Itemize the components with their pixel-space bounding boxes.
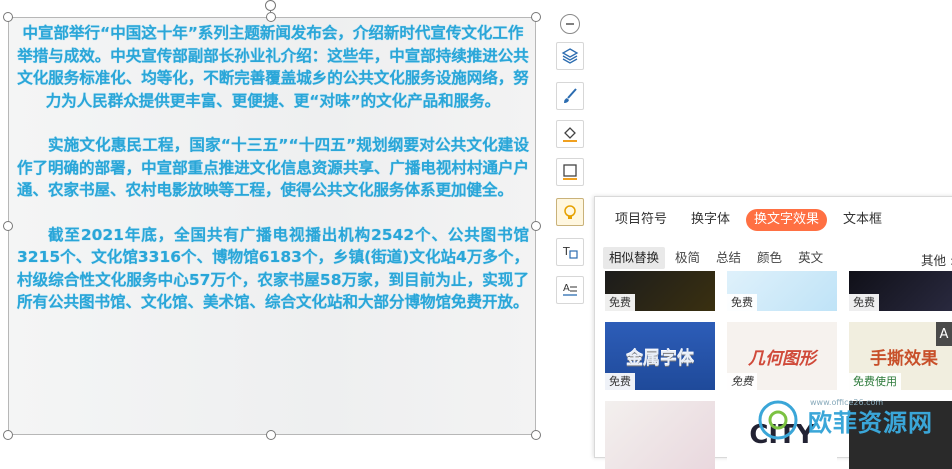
effect-card[interactable]: 几何图形 免费	[727, 322, 837, 390]
brush-icon	[564, 88, 577, 103]
watermark-text: 欧菲资源网	[808, 408, 933, 437]
effect-card[interactable]: 金属字体 免费	[605, 322, 715, 390]
panel-subtabs: 相似替换 极简 总结 颜色 英文	[603, 247, 829, 269]
tab-bullets[interactable]: 项目符号	[607, 209, 675, 231]
effect-card[interactable]: 免费	[727, 271, 837, 311]
subtab-english[interactable]: 英文	[792, 247, 829, 269]
collapse-button[interactable]	[560, 14, 580, 34]
paragraph-2: 实施文化惠民工程，国家“十三五”“十四五”规划纲要对公共文化建设作了明确的部署，…	[17, 136, 529, 199]
watermark-logo-icon	[758, 400, 798, 440]
text-effect-button[interactable]	[556, 198, 584, 226]
svg-text:A: A	[563, 283, 570, 294]
effect-card[interactable]: 免费	[849, 271, 952, 311]
resize-handle-bottom-left[interactable]	[3, 430, 13, 440]
free-use-badge: 免费使用	[849, 373, 901, 390]
subtab-color[interactable]: 颜色	[751, 247, 788, 269]
text-wrap-button[interactable]: T	[556, 238, 584, 266]
text-direction-button[interactable]: A	[556, 276, 584, 304]
outline-icon	[563, 164, 577, 180]
tab-text-effect[interactable]: 换文字效果	[746, 209, 828, 231]
text-wrap-icon: T	[562, 245, 578, 259]
watermark-url: www.office26.com	[810, 398, 884, 407]
panel-tabs: 项目符号 换字体 换文字效果 文本框	[607, 209, 890, 231]
effect-card[interactable]: 免费	[605, 271, 715, 311]
free-badge: 免费	[849, 294, 879, 311]
text-effect-icon	[564, 205, 576, 219]
effect-card[interactable]	[605, 401, 715, 469]
text-box[interactable]: 中宣部举行“中国这十年”系列主题新闻发布会，介绍新时代宣传文化工作举措与成效。中…	[8, 17, 536, 435]
free-badge: 免费	[727, 373, 757, 390]
subtab-summary[interactable]: 总结	[710, 247, 747, 269]
effect-title: 金属字体	[626, 348, 694, 369]
fill-button[interactable]	[556, 120, 584, 148]
paragraph-1: 中宣部举行“中国这十年”系列主题新闻发布会，介绍新时代宣传文化工作举措与成效。中…	[17, 24, 529, 110]
layers-button[interactable]	[556, 42, 584, 70]
more-options[interactable]: 其他 :	[921, 250, 952, 269]
tab-change-font[interactable]: 换字体	[683, 209, 738, 231]
fill-bucket-icon	[563, 127, 577, 142]
paragraph-3: 截至2021年底，全国共有广播电视播出机构2542个、公共图书馆3215个、文化…	[17, 225, 529, 312]
outline-button[interactable]	[556, 158, 584, 186]
subtab-similar[interactable]: 相似替换	[603, 247, 666, 269]
resize-handle-bottom[interactable]	[266, 430, 276, 440]
watermark: 欧菲资源网 www.office26.com	[752, 396, 952, 444]
resize-handle-left[interactable]	[3, 221, 13, 231]
text-direction-icon: A	[563, 283, 577, 296]
brush-button[interactable]	[556, 82, 584, 110]
resize-handle-top-left[interactable]	[3, 12, 13, 22]
scroll-indicator[interactable]: A	[936, 322, 952, 346]
tab-textbox[interactable]: 文本框	[835, 209, 890, 231]
resize-handle-top-right[interactable]	[531, 12, 541, 22]
resize-handle-right[interactable]	[531, 221, 541, 231]
rotate-handle[interactable]	[265, 0, 276, 11]
subtab-minimal[interactable]: 极简	[669, 247, 706, 269]
layers-icon	[561, 48, 579, 64]
svg-text:T: T	[562, 245, 570, 258]
effect-title: 手撕效果	[870, 348, 938, 369]
text-box-content[interactable]: 中宣部举行“中国这十年”系列主题新闻发布会，介绍新时代宣传文化工作举措与成效。中…	[17, 22, 529, 314]
free-badge: 免费	[727, 294, 757, 311]
free-badge: 免费	[605, 294, 635, 311]
effect-title: 几何图形	[748, 348, 816, 369]
resize-handle-bottom-right[interactable]	[531, 430, 541, 440]
resize-handle-top[interactable]	[266, 12, 276, 22]
free-badge: 免费	[605, 373, 635, 390]
collapse-icon	[566, 23, 574, 25]
